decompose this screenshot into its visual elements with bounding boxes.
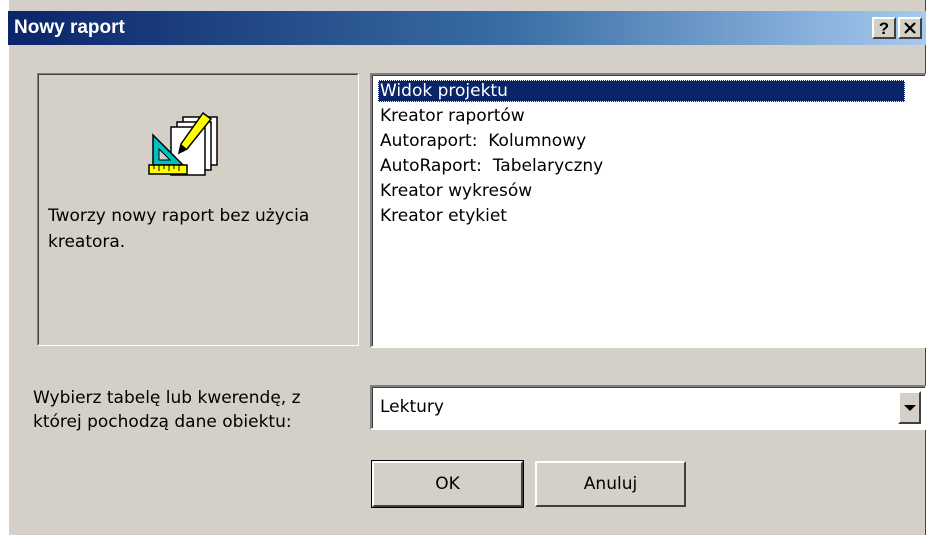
list-item-design-view[interactable]: Widok projektu xyxy=(378,80,905,102)
help-button[interactable]: ? xyxy=(872,17,896,39)
source-value: Lektury xyxy=(380,397,444,417)
report-design-icon xyxy=(148,111,218,176)
list-item-chart-wizard[interactable]: Kreator wykresów xyxy=(378,180,534,202)
source-label: Wybierz tabelę lub kwerendę, z której po… xyxy=(33,388,301,432)
report-type-list[interactable]: Widok projektu Kreator raportów Autorapo… xyxy=(370,73,926,348)
dropdown-button[interactable] xyxy=(898,391,921,424)
dialog-title: Nowy raport xyxy=(14,17,125,38)
title-bar[interactable]: Nowy raport ? xyxy=(8,11,926,45)
source-combobox[interactable]: Lektury xyxy=(370,385,926,430)
preview-panel: Tworzy nowy raport bez użycia kreatora. xyxy=(37,73,359,346)
close-button[interactable] xyxy=(898,17,922,39)
cancel-button[interactable]: Anuluj xyxy=(535,461,686,507)
new-report-dialog: Nowy raport ? Tworzy nowy raport bez uży… xyxy=(8,0,926,535)
chevron-down-icon xyxy=(903,404,916,411)
preview-description: Tworzy nowy raport bez użycia kreatora. xyxy=(48,206,310,252)
list-item-report-wizard[interactable]: Kreator raportów xyxy=(378,105,527,127)
close-icon xyxy=(904,22,916,34)
list-item-autoreport-columnar[interactable]: Autoraport: Kolumnowy xyxy=(378,130,588,152)
list-item-autoreport-tabular[interactable]: AutoRaport: Tabelaryczny xyxy=(378,155,605,177)
ok-button[interactable]: OK xyxy=(371,460,524,508)
list-item-label-wizard[interactable]: Kreator etykiet xyxy=(378,205,509,227)
